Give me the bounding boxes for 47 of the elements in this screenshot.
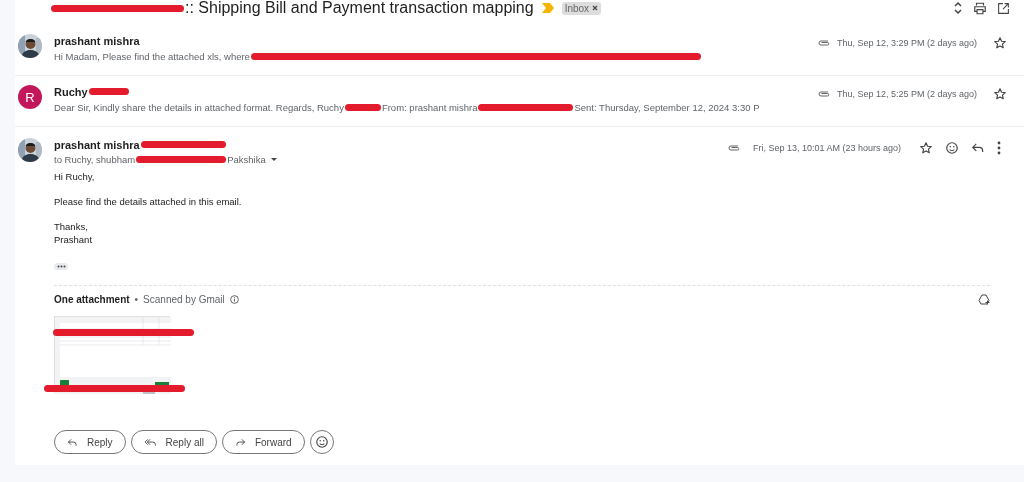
print-icon[interactable] [973, 1, 987, 15]
star-icon[interactable] [919, 141, 933, 155]
forward-icon [234, 437, 246, 447]
sender-name: prashant mishra [54, 138, 140, 151]
message-snippet: Hi Madam, Please find the attached xls, where [54, 50, 250, 62]
show-trimmed-content-button[interactable] [54, 263, 68, 270]
reply-button[interactable]: Reply [54, 430, 126, 454]
body-text: Thanks, [54, 220, 89, 233]
sender-name: Ruchy [54, 85, 88, 98]
sender-name: prashant mishra [54, 34, 140, 47]
body-text: Please find the details attached in this email. [54, 195, 243, 208]
body-text: Prashant [54, 233, 94, 246]
message-snippet: Sent: Thursday, September 12, 2024 3:30 P [574, 101, 760, 113]
scan-note: Scanned by Gmail [143, 294, 225, 305]
more-icon[interactable] [997, 141, 1001, 155]
forward-button[interactable]: Forward [221, 430, 305, 454]
recipient-list: Pakshika [227, 153, 266, 165]
close-icon[interactable] [592, 5, 599, 11]
recipient-list: to Ruchy, shubham [54, 153, 136, 165]
label-chip[interactable]: Inbox [561, 1, 602, 15]
thread-subject: :: Shipping Bill and Payment transaction mapping [185, 0, 534, 17]
info-icon[interactable] [229, 295, 239, 304]
expand-collapse-icon[interactable] [953, 1, 963, 15]
emoji-icon [314, 435, 329, 449]
importance-marker-icon[interactable] [541, 3, 554, 13]
reply-all-icon [143, 437, 157, 447]
avatar: R [18, 85, 42, 109]
message-date: Thu, Sep 12, 5:25 PM (2 days ago) [836, 89, 977, 99]
body-text: Hi Ruchy, [54, 170, 96, 183]
attachments-title: One attachment [54, 294, 130, 305]
message-snippet: From: prashant mishra [381, 101, 478, 113]
message-date: Thu, Sep 12, 3:29 PM (2 days ago) [836, 38, 977, 48]
star-icon[interactable] [993, 36, 1007, 50]
reply-icon[interactable] [971, 142, 985, 154]
redaction-mark [88, 88, 129, 95]
emoji-icon[interactable] [945, 141, 959, 155]
add-to-drive-icon[interactable] [978, 294, 990, 305]
separator-dot: • [134, 294, 139, 305]
star-icon[interactable] [993, 87, 1007, 101]
dropdown-caret-icon[interactable] [269, 156, 278, 162]
message-snippet: Dear Sir, Kindly share the details in attached format. Regards, Ruchy [54, 101, 344, 113]
open-in-new-window-icon[interactable] [997, 1, 1010, 15]
redaction-mark [344, 103, 381, 111]
emoji-reaction-button[interactable] [309, 430, 334, 454]
reply-all-button[interactable]: Reply all [130, 430, 217, 454]
reply-icon [67, 437, 78, 447]
message-date: Fri, Sep 13, 10:01 AM (23 hours ago) [752, 143, 901, 153]
